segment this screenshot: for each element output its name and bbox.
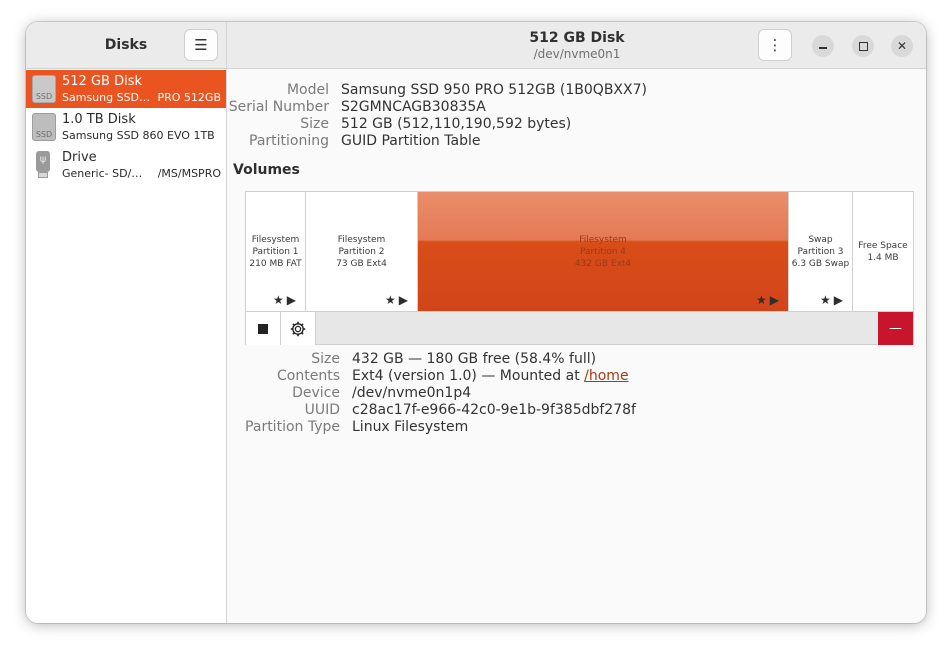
kebab-icon: ⋮ bbox=[767, 36, 783, 54]
disk-menu-button[interactable]: ⋮ bbox=[758, 29, 792, 61]
play-icon: ▶ bbox=[286, 293, 299, 307]
usb-drive-icon: ψ bbox=[36, 151, 50, 179]
maximize-icon bbox=[858, 41, 868, 51]
headerbar: 512 GB Disk /dev/nvme0n1 ⋮ ✕ bbox=[227, 22, 926, 69]
partition-type-value: Linux Filesystem bbox=[352, 419, 469, 435]
minus-icon: — bbox=[889, 321, 902, 336]
disk-model: Samsung SSD 860 EVO 1TB bbox=[62, 129, 215, 142]
star-icon: ★ bbox=[273, 293, 287, 307]
disk-name: Drive bbox=[62, 150, 97, 165]
partition-status-icons: ★▶ bbox=[820, 293, 846, 307]
contents-label: Contents bbox=[277, 368, 340, 384]
disk-model-end: PRO 512GB bbox=[157, 91, 222, 104]
disk-item-512gb[interactable]: SSD 512 GB Disk Samsung SSD… PRO 512GB bbox=[26, 70, 226, 108]
volume-map: Filesystem Partition 1 210 MB FAT ★▶ Fil… bbox=[245, 191, 914, 345]
serial-value: S2GMNCAGB30835A bbox=[341, 99, 486, 115]
disks-window: Disks ☰ SSD 512 GB Disk Samsung SSD… PRO… bbox=[26, 22, 926, 623]
play-icon: ▶ bbox=[398, 293, 411, 307]
ssd-icon-label: SSD bbox=[35, 130, 53, 139]
usb-drive-body: ψ bbox=[36, 151, 50, 172]
partition-status-icons: ★▶ bbox=[273, 293, 299, 307]
partition-status-icons: ★▶ bbox=[385, 293, 411, 307]
main-menu-button[interactable]: ☰ bbox=[184, 29, 218, 61]
size-value: 512 GB (512,110,190,592 bytes) bbox=[341, 116, 572, 132]
partition-label: Free Space 1.4 MB bbox=[858, 241, 908, 263]
ssd-icon-label: SSD bbox=[35, 92, 53, 101]
partition-size-value: 432 GB — 180 GB free (58.4% full) bbox=[352, 351, 597, 367]
contents-value: Ext4 (version 1.0) — Mounted at /home bbox=[352, 368, 629, 384]
hamburger-icon: ☰ bbox=[194, 36, 208, 54]
disk-model-end: /MS/MSPRO bbox=[157, 167, 221, 180]
contents-text: Ext4 (version 1.0) — Mounted at bbox=[352, 368, 580, 384]
uuid-label: UUID bbox=[304, 402, 340, 418]
star-icon: ★ bbox=[756, 293, 770, 307]
main-pane: 512 GB Disk /dev/nvme0n1 ⋮ ✕ Model Samsu… bbox=[227, 22, 926, 623]
device-value: /dev/nvme0n1p4 bbox=[352, 385, 472, 401]
device-label: Device bbox=[292, 385, 340, 401]
delete-partition-button[interactable]: — bbox=[878, 312, 913, 345]
usb-drive-plug bbox=[38, 172, 48, 178]
mount-point-link[interactable]: /home bbox=[584, 368, 628, 384]
partition-label: Filesystem Partition 4 432 GB Ext4 bbox=[574, 235, 632, 269]
disk-item-drive[interactable]: ψ Drive Generic- SD/… /MS/MSPRO bbox=[26, 146, 226, 184]
partition-label: Filesystem Partition 2 73 GB Ext4 bbox=[336, 235, 387, 269]
model-value: Samsung SSD 950 PRO 512GB (1B0QBXX7) bbox=[341, 82, 647, 98]
serial-label: Serial Number bbox=[228, 99, 329, 115]
minimize-button[interactable] bbox=[812, 35, 834, 57]
partition-toolbar: — bbox=[246, 311, 913, 345]
disk-name: 512 GB Disk bbox=[62, 74, 142, 89]
disk-device-path: /dev/nvme0n1 bbox=[533, 47, 621, 61]
ssd-icon: SSD bbox=[32, 75, 56, 103]
play-icon: ▶ bbox=[833, 293, 846, 307]
sidebar-header: Disks ☰ bbox=[26, 22, 226, 69]
close-icon: ✕ bbox=[896, 39, 908, 53]
disk-title: 512 GB Disk bbox=[529, 30, 625, 46]
sidebar: Disks ☰ SSD 512 GB Disk Samsung SSD… PRO… bbox=[26, 22, 227, 623]
partitioning-value: GUID Partition Table bbox=[341, 133, 481, 149]
stop-icon bbox=[258, 323, 268, 334]
disk-list: SSD 512 GB Disk Samsung SSD… PRO 512GB S… bbox=[26, 70, 226, 184]
play-icon: ▶ bbox=[769, 293, 782, 307]
partition-status-icons: ★▶ bbox=[756, 293, 782, 307]
volumes-heading: Volumes bbox=[233, 162, 300, 178]
star-icon: ★ bbox=[820, 293, 834, 307]
partition-label: Swap Partition 3 6.3 GB Swap bbox=[791, 235, 850, 269]
unmount-button[interactable] bbox=[246, 312, 281, 345]
partition-label: Filesystem Partition 1 210 MB FAT bbox=[249, 235, 302, 269]
ssd-icon: SSD bbox=[32, 113, 56, 141]
partition-options-button[interactable] bbox=[281, 312, 316, 345]
minimize-icon bbox=[819, 47, 827, 49]
disk-name: 1.0 TB Disk bbox=[62, 112, 136, 127]
partition-size-label: Size bbox=[311, 351, 340, 367]
model-label: Model bbox=[286, 82, 329, 98]
disk-item-1tb[interactable]: SSD 1.0 TB Disk Samsung SSD 860 EVO 1TB bbox=[26, 108, 226, 146]
partition-3-swap[interactable]: Swap Partition 3 6.3 GB Swap ★▶ bbox=[789, 192, 853, 311]
uuid-value: c28ac17f-e966-42c0-9e1b-9f385dbf278f bbox=[352, 402, 636, 418]
partitioning-label: Partitioning bbox=[249, 133, 329, 149]
partition-1[interactable]: Filesystem Partition 1 210 MB FAT ★▶ bbox=[246, 192, 306, 311]
partition-2[interactable]: Filesystem Partition 2 73 GB Ext4 ★▶ bbox=[306, 192, 418, 311]
disk-model: Generic- SD/… bbox=[62, 167, 143, 180]
close-button[interactable]: ✕ bbox=[891, 35, 913, 57]
partition-type-label: Partition Type bbox=[245, 419, 340, 435]
size-label: Size bbox=[300, 116, 329, 132]
gear-icon bbox=[290, 321, 306, 336]
free-space[interactable]: Free Space 1.4 MB bbox=[853, 192, 913, 311]
star-icon: ★ bbox=[385, 293, 399, 307]
partition-4[interactable]: Filesystem Partition 4 432 GB Ext4 ★▶ bbox=[418, 192, 789, 311]
maximize-button[interactable] bbox=[852, 35, 874, 57]
disk-model: Samsung SSD… bbox=[62, 91, 151, 104]
